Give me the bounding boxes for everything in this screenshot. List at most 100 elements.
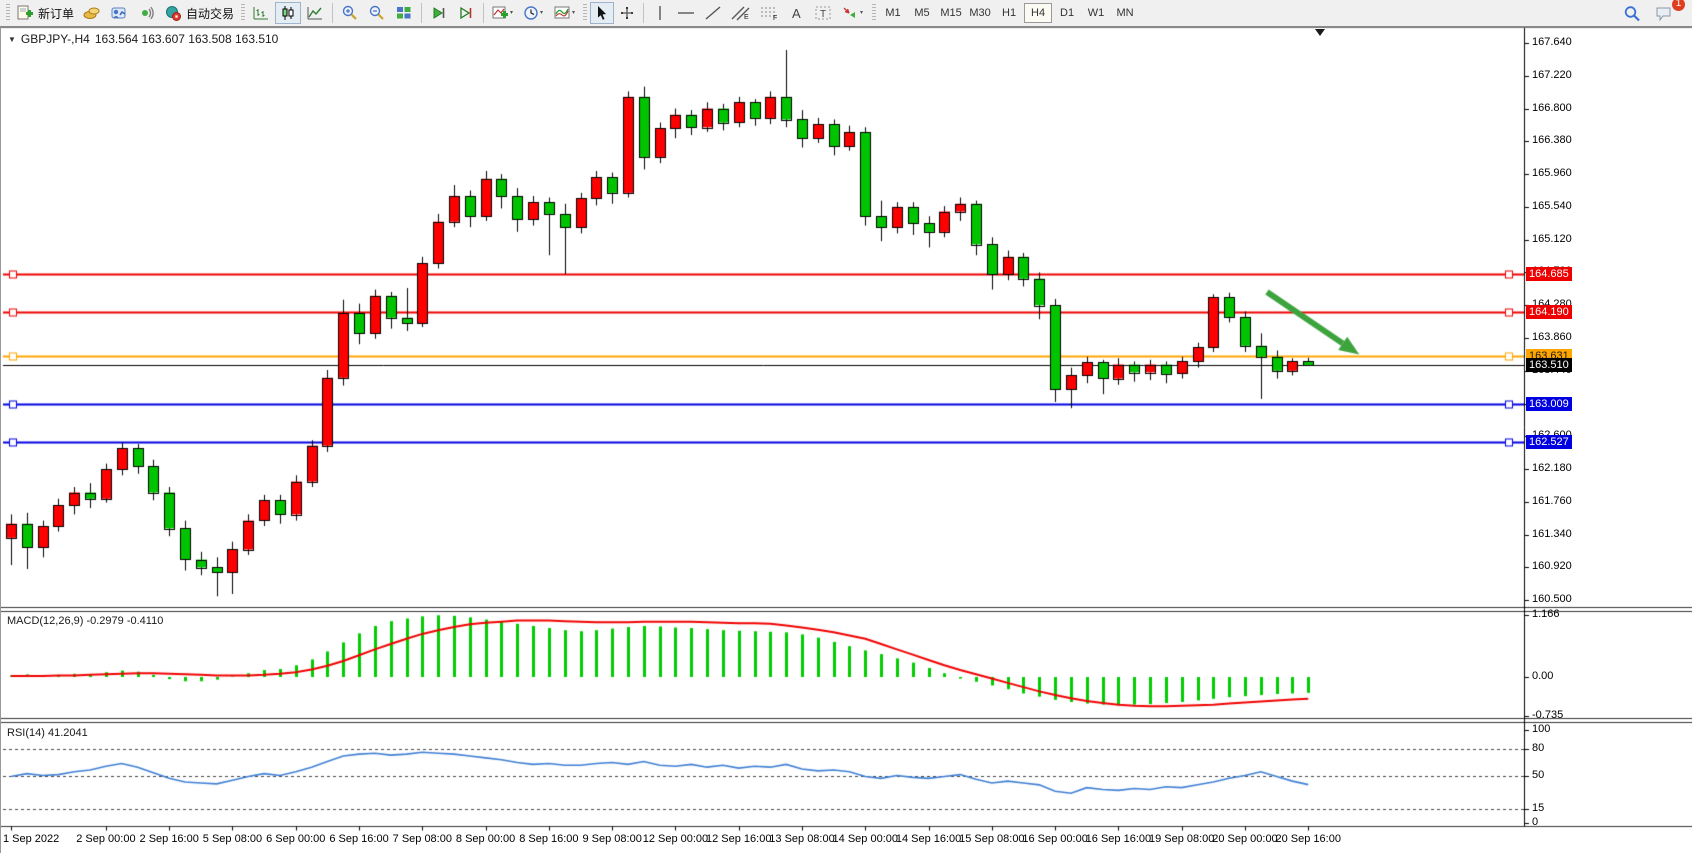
time-axis-label: 19 Sep 08:00 [1149, 833, 1214, 845]
chart-shift-marker[interactable] [1315, 29, 1325, 36]
periods-button[interactable] [519, 2, 549, 24]
timeframe-group: M1M5M15M30H1H4D1W1MN [879, 3, 1139, 23]
text-button[interactable]: A [785, 2, 809, 24]
time-axis-label: 13 Sep 08:00 [769, 833, 834, 845]
templates-icon [554, 5, 576, 21]
price-level-badge: 164.190 [1526, 305, 1572, 319]
time-axis-label: 8 Sep 00:00 [456, 833, 515, 845]
bar-chart-button[interactable] [248, 2, 274, 24]
chart-title: ▼ GBPJPY-,H4 163.564 163.607 163.508 163… [8, 32, 278, 46]
signal-icon [137, 5, 155, 21]
time-axis-label: 20 Sep 00:00 [1212, 833, 1277, 845]
line-chart-button[interactable] [302, 2, 328, 24]
macd-label: MACD(12,26,9) -0.2979 -0.4110 [7, 615, 163, 627]
axis-tick-label: 50 [1532, 769, 1544, 781]
timeframe-m5-button[interactable]: M5 [908, 3, 936, 23]
time-axis-label: 12 Sep 16:00 [706, 833, 771, 845]
vertical-line-icon [653, 5, 667, 21]
fibonacci-button[interactable]: F [756, 2, 784, 24]
axis-tick-label: 80 [1532, 742, 1544, 754]
toolbar-separator [421, 3, 422, 23]
trendline-button[interactable] [700, 2, 726, 24]
axis-tick-label: 15 [1532, 802, 1544, 814]
zoom-out-button[interactable] [364, 2, 390, 24]
time-axis-label: 16 Sep 00:00 [1022, 833, 1087, 845]
timeframe-h1-button[interactable]: H1 [995, 3, 1023, 23]
timeframe-m30-button[interactable]: M30 [966, 3, 994, 23]
auto-scroll-button[interactable] [426, 2, 452, 24]
toolbar-drag-handle[interactable] [872, 4, 876, 22]
toolbar-drag-handle[interactable] [6, 4, 10, 22]
arrow-shapes-icon [841, 5, 865, 21]
equidistant-channel-button[interactable]: E [727, 2, 755, 24]
chart-window: ▼ GBPJPY-,H4 163.564 163.607 163.508 163… [0, 27, 1692, 853]
price-level-badge: 163.009 [1526, 397, 1572, 411]
toolbar-drag-handle[interactable] [241, 4, 245, 22]
axis-tick-label: 163.860 [1532, 331, 1572, 343]
cursor-button[interactable] [590, 2, 614, 24]
axis-tick-label: -0.735 [1532, 709, 1563, 721]
timeframe-m15-button[interactable]: M15 [937, 3, 965, 23]
time-axis-label: 15 Sep 08:00 [959, 833, 1024, 845]
axis-tick-label: 100 [1532, 723, 1550, 735]
crosshair-button[interactable] [615, 2, 639, 24]
time-axis-label: 6 Sep 00:00 [266, 833, 325, 845]
trendline-icon [704, 5, 722, 21]
timeframe-mn-button[interactable]: MN [1111, 3, 1139, 23]
new-order-button[interactable]: 新订单 [13, 2, 78, 24]
auto-trading-button[interactable]: 自动交易 [160, 2, 238, 24]
auto-trading-label: 自动交易 [186, 5, 234, 22]
timeframe-h4-button[interactable]: H4 [1024, 3, 1052, 23]
horizontal-line-button[interactable] [673, 2, 699, 24]
candlestick-chart-button[interactable] [275, 2, 301, 24]
search-button[interactable] [1619, 2, 1645, 24]
signal-button[interactable] [133, 2, 159, 24]
chart-profile-button[interactable] [106, 2, 132, 24]
zoom-in-button[interactable] [337, 2, 363, 24]
zoom-out-icon [368, 5, 386, 21]
chat-bubble-icon [1655, 5, 1674, 22]
toolbar-separator [643, 3, 644, 23]
axis-tick-label: 160.920 [1532, 560, 1572, 572]
templates-button[interactable] [550, 2, 580, 24]
toolbar-drag-handle[interactable] [583, 4, 587, 22]
axis-tick-label: 166.800 [1532, 102, 1572, 114]
time-axis-label: 14 Sep 16:00 [896, 833, 961, 845]
timeframe-w1-button[interactable]: W1 [1082, 3, 1110, 23]
time-axis-label: 5 Sep 08:00 [203, 833, 262, 845]
new-order-label: 新订单 [38, 5, 74, 22]
collapse-chart-icon[interactable]: ▼ [8, 35, 16, 44]
chart-shift-icon [457, 5, 475, 21]
axis-tick-label: 167.220 [1532, 69, 1572, 81]
candlestick-chart-icon [279, 5, 297, 21]
axis-tick-label: 1.166 [1532, 608, 1560, 620]
arrows-button[interactable] [837, 2, 869, 24]
time-axis-label: 6 Sep 16:00 [329, 833, 388, 845]
svg-text:E: E [744, 14, 749, 21]
profile-chart-icon [110, 5, 128, 21]
zoom-in-icon [341, 5, 359, 21]
axis-tick-label: 167.640 [1532, 36, 1572, 48]
time-axis-label: 8 Sep 16:00 [519, 833, 578, 845]
time-axis-label: 9 Sep 08:00 [582, 833, 641, 845]
indicators-button[interactable] [488, 2, 518, 24]
chart-canvas[interactable] [1, 27, 1692, 853]
chart-shift-button[interactable] [453, 2, 479, 24]
tile-windows-button[interactable] [391, 2, 417, 24]
toolbar-separator [483, 3, 484, 23]
time-axis-label: 7 Sep 08:00 [393, 833, 452, 845]
text-label-button[interactable]: T [810, 2, 836, 24]
time-axis-label: 2 Sep 16:00 [140, 833, 199, 845]
toolbar: 新订单 自动交易 [0, 0, 1692, 27]
vertical-line-button[interactable] [648, 2, 672, 24]
periods-clock-icon [523, 5, 545, 21]
quotes-button[interactable] [79, 2, 105, 24]
svg-text:T: T [820, 9, 826, 20]
chart-ohlc-label: 163.564 163.607 163.508 163.510 [95, 32, 279, 46]
timeframe-m1-button[interactable]: M1 [879, 3, 907, 23]
cursor-arrow-icon [594, 5, 610, 21]
rsi-label: RSI(14) 41.2041 [7, 727, 88, 739]
timeframe-d1-button[interactable]: D1 [1053, 3, 1081, 23]
axis-tick-label: 165.960 [1532, 167, 1572, 179]
axis-tick-label: 165.120 [1532, 233, 1572, 245]
